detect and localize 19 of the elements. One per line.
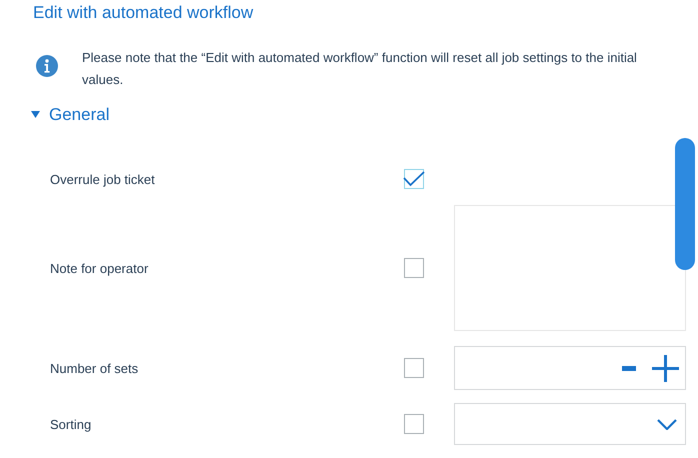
number-input[interactable] bbox=[454, 346, 686, 390]
text-area[interactable] bbox=[454, 205, 686, 331]
section-toggle[interactable]: General bbox=[31, 105, 110, 125]
checkbox[interactable] bbox=[404, 414, 424, 434]
scrollbar-thumb[interactable] bbox=[675, 138, 695, 270]
notice-text: Please note that the “Edit with automated workflow” function will reset all job settings to the initial values. bbox=[82, 49, 638, 89]
field-label: Overrule job ticket bbox=[50, 172, 156, 186]
checkbox[interactable] bbox=[404, 258, 424, 278]
checkbox[interactable] bbox=[404, 169, 424, 189]
chevron-down-icon bbox=[657, 418, 677, 430]
field-label: Sorting bbox=[50, 416, 92, 432]
page-title: Edit with automated workflow bbox=[33, 2, 254, 23]
minus-icon[interactable] bbox=[622, 366, 636, 370]
info-icon bbox=[36, 55, 58, 77]
caret-icon bbox=[31, 111, 40, 119]
field-label: Note for operator bbox=[50, 260, 150, 276]
field-label: Number of sets bbox=[50, 360, 140, 376]
plus-icon[interactable] bbox=[652, 354, 679, 382]
checkbox[interactable] bbox=[404, 358, 424, 378]
